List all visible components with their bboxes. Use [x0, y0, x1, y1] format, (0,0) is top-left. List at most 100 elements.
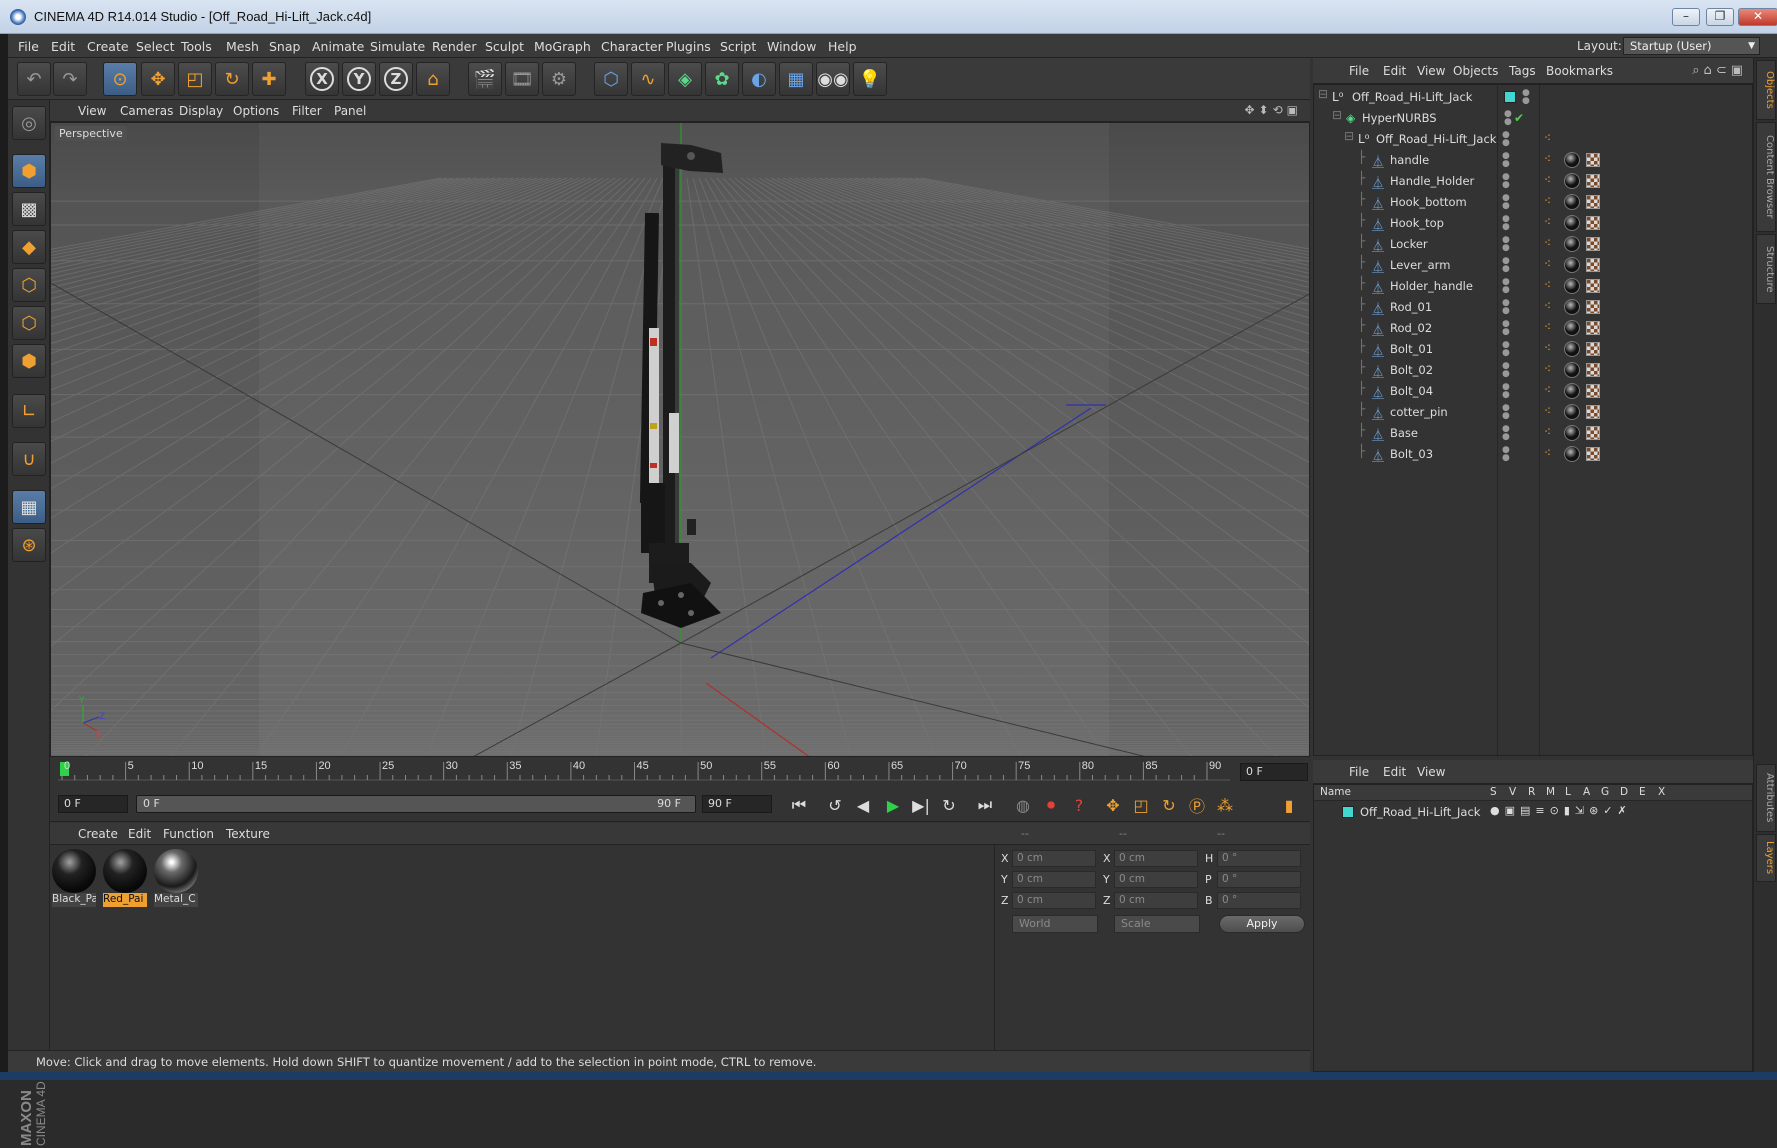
cube-primitive-icon[interactable]: ⬡ [594, 62, 628, 96]
apply-button[interactable]: Apply [1219, 915, 1305, 933]
object-row-group[interactable]: ⊟ L⁰ Off_Road_Hi-Lift_Jack ● ● ⁖ [1314, 129, 1752, 150]
undo-icon[interactable]: ↶ [17, 62, 51, 96]
tab-attributes[interactable]: Attributes [1756, 764, 1776, 832]
object-row[interactable]: ├ ⏅ Holder_handle ● ● ⁖ [1314, 276, 1752, 297]
phong-tag-icon[interactable]: ⁖ [1544, 362, 1551, 376]
soft-selection-icon[interactable]: ⊛ [12, 528, 46, 562]
object-row[interactable]: ├ ⏅ handle ● ● ⁖ [1314, 150, 1752, 171]
object-row-hypernurbs[interactable]: ⊟ ◈ HyperNURBS ● ● ✔ [1314, 108, 1752, 129]
object-row[interactable]: ├ ⏅ Bolt_01 ● ● ⁖ [1314, 339, 1752, 360]
snap-icon[interactable]: ∪ [12, 442, 46, 476]
visibility-dots[interactable]: ● ● [1502, 446, 1510, 463]
viewport-nav-icons[interactable]: ✥⬍⟲▣ [1244, 103, 1302, 117]
object-row[interactable]: ├ ⏅ Lever_arm ● ● ⁖ [1314, 255, 1752, 276]
material-tag-icon[interactable] [1564, 173, 1580, 189]
phong-tag-icon[interactable]: ⁖ [1544, 320, 1551, 334]
visibility-dots[interactable]: ● ● [1502, 215, 1510, 232]
y-axis-lock-icon[interactable]: Y [342, 62, 376, 96]
layers-menu-view[interactable]: View [1417, 765, 1445, 779]
phong-tag-icon[interactable]: ⁖ [1544, 173, 1551, 187]
material-tag-icon[interactable] [1564, 320, 1580, 336]
make-editable-icon[interactable]: ◎ [12, 106, 46, 140]
workplane-lock-icon[interactable]: ▦ [12, 490, 46, 524]
visibility-dots[interactable]: ● ● [1502, 299, 1510, 316]
autokey-icon[interactable]: ⏺ [1038, 793, 1064, 817]
material-swatch[interactable]: Red_Pai [103, 849, 147, 909]
light-icon[interactable]: 💡 [853, 62, 887, 96]
model-mode-icon[interactable]: ⬢ [12, 154, 46, 188]
go-to-start-icon[interactable]: ⏮ [786, 793, 812, 817]
texture-tag-icon[interactable] [1586, 384, 1600, 398]
objects-menu-file[interactable]: File [1349, 64, 1369, 78]
layout-select[interactable]: Startup (User) ▼ [1623, 37, 1760, 55]
rotation-b-field[interactable]: 0 ° [1217, 892, 1301, 909]
tab-layers[interactable]: Layers [1756, 834, 1776, 882]
object-row[interactable]: ├ ⏅ Base ● ● ⁖ [1314, 423, 1752, 444]
polygons-mode-icon[interactable]: ⬢ [12, 344, 46, 378]
menu-create[interactable]: Create [87, 39, 129, 54]
layers-menu-edit[interactable]: Edit [1383, 765, 1406, 779]
next-frame-icon[interactable]: ▶| [908, 793, 934, 817]
texture-tag-icon[interactable] [1586, 195, 1600, 209]
object-row[interactable]: ├ ⏅ Hook_bottom ● ● ⁖ [1314, 192, 1752, 213]
edges-mode-icon[interactable]: ⬡ [12, 306, 46, 340]
phong-tag-icon[interactable]: ⁖ [1544, 215, 1551, 229]
size-z-field[interactable]: 0 cm [1114, 892, 1198, 909]
play-icon[interactable]: ▶ [880, 793, 906, 817]
material-tag-icon[interactable] [1564, 299, 1580, 315]
material-tag-icon[interactable] [1564, 404, 1580, 420]
menu-help[interactable]: Help [828, 39, 857, 54]
texture-mode-icon[interactable]: ▩ [12, 192, 46, 226]
menu-plugins[interactable]: Plugins [666, 39, 711, 54]
3d-viewport[interactable]: Y Z X Perspective [50, 122, 1310, 757]
tab-objects[interactable]: Objects [1756, 60, 1776, 120]
workplane-mode-icon[interactable]: ◆ [12, 230, 46, 264]
redo-icon[interactable]: ↷ [53, 62, 87, 96]
objects-menu-edit[interactable]: Edit [1383, 64, 1406, 78]
texture-tag-icon[interactable] [1586, 363, 1600, 377]
material-tag-icon[interactable] [1564, 362, 1580, 378]
points-mode-icon[interactable]: ⬡ [12, 268, 46, 302]
visibility-dots[interactable]: ● ● [1502, 278, 1510, 295]
visibility-dots[interactable]: ● ● [1502, 194, 1510, 211]
layer-row[interactable]: Off_Road_Hi-Lift_Jack ●▣▤≡⊙▮⇲⊛✓✗ [1314, 803, 1752, 821]
collapse-icon[interactable]: ⊟ [1344, 129, 1354, 143]
object-manager-tools-icons[interactable]: ⌕⌂⊂▣ [1692, 63, 1747, 78]
object-row[interactable]: ├ ⏅ Handle_Holder ● ● ⁖ [1314, 171, 1752, 192]
material-tag-icon[interactable] [1564, 215, 1580, 231]
menu-window[interactable]: Window [767, 39, 816, 54]
material-menu-function[interactable]: Function [163, 827, 214, 841]
object-row[interactable]: ├ ⏅ Rod_02 ● ● ⁖ [1314, 318, 1752, 339]
menu-file[interactable]: File [18, 39, 39, 54]
menu-edit[interactable]: Edit [51, 39, 75, 54]
key-parameter-icon[interactable]: Ⓟ [1184, 793, 1210, 817]
menu-script[interactable]: Script [720, 39, 756, 54]
visibility-dots[interactable]: ● ● [1502, 131, 1510, 148]
z-axis-lock-icon[interactable]: Z [379, 62, 413, 96]
object-row-root[interactable]: ⊟ L⁰ Off_Road_Hi-Lift_Jack ● ● [1314, 87, 1752, 108]
position-y-field[interactable]: 0 cm [1012, 871, 1096, 888]
preview-range-slider[interactable]: 0 F 90 F [136, 795, 696, 813]
deformer-icon[interactable]: ◐ [742, 62, 776, 96]
previous-key-icon[interactable]: ↺ [822, 793, 848, 817]
go-to-end-icon[interactable]: ⏭ [972, 793, 998, 817]
objects-menu-objects[interactable]: Objects [1453, 64, 1498, 78]
phong-tag-icon[interactable]: ⁖ [1544, 341, 1551, 355]
start-frame-field[interactable]: 0 F [58, 795, 128, 813]
material-tag-icon[interactable] [1564, 425, 1580, 441]
menu-select[interactable]: Select [136, 39, 175, 54]
object-row[interactable]: ├ ⏅ Hook_top ● ● ⁖ [1314, 213, 1752, 234]
nurbs-icon[interactable]: ◈ [668, 62, 702, 96]
menu-snap[interactable]: Snap [269, 39, 300, 54]
menu-mograph[interactable]: MoGraph [534, 39, 591, 54]
object-row[interactable]: ├ ⏅ Rod_01 ● ● ⁖ [1314, 297, 1752, 318]
objects-menu-view[interactable]: View [1417, 64, 1445, 78]
visibility-dots[interactable]: ● ● [1504, 110, 1512, 127]
material-menu-texture[interactable]: Texture [226, 827, 270, 841]
tab-structure[interactable]: Structure [1756, 234, 1776, 304]
material-tag-icon[interactable] [1564, 152, 1580, 168]
visibility-dots[interactable]: ● ● [1502, 257, 1510, 274]
phong-tag-icon[interactable]: ⁖ [1544, 194, 1551, 208]
end-frame-field[interactable]: 90 F [702, 795, 772, 813]
phong-tag-icon[interactable]: ⁖ [1544, 446, 1551, 460]
